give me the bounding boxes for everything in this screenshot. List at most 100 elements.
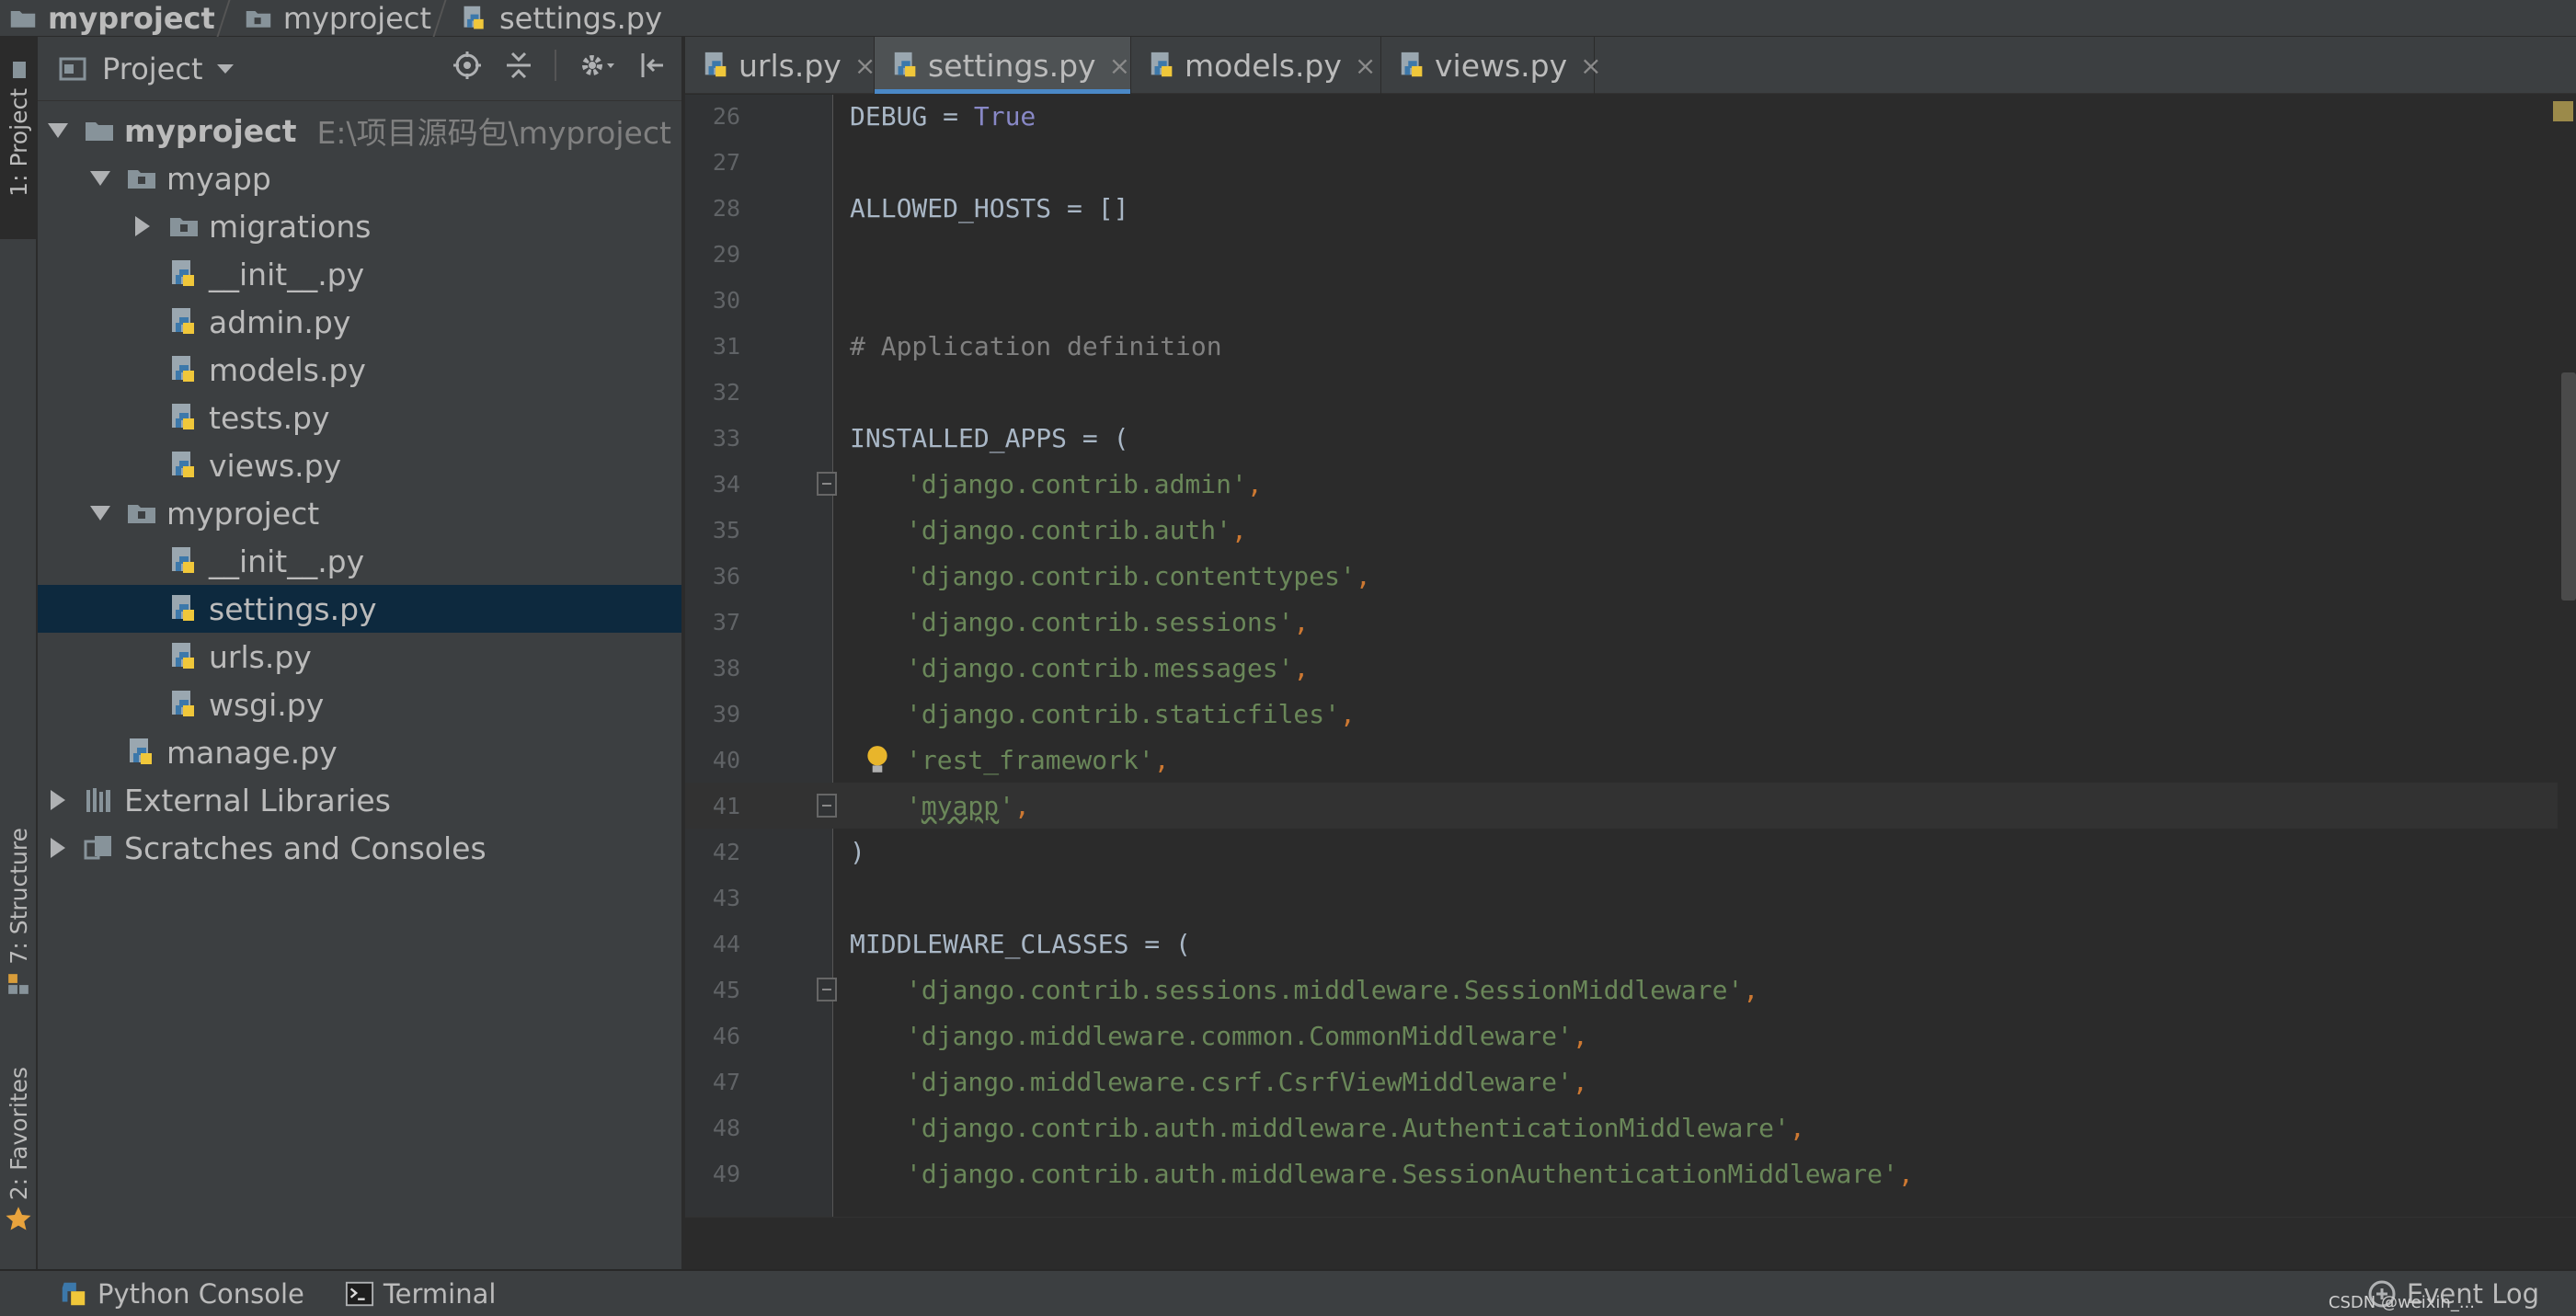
fold-marker-icon[interactable] xyxy=(817,978,837,1001)
code-line[interactable]: 43 xyxy=(685,875,2576,921)
gear-icon[interactable] xyxy=(577,50,617,81)
code-line-current[interactable]: 41 'myapp', xyxy=(685,783,2576,829)
tree-item-myproject-package[interactable]: myproject xyxy=(38,489,681,537)
locate-file-icon[interactable] xyxy=(452,50,483,81)
code-line[interactable]: 32 xyxy=(685,369,2576,415)
tree-item-label: Scratches and Consoles xyxy=(124,830,487,866)
breadcrumb-project[interactable]: myproject xyxy=(0,0,223,37)
code-line[interactable]: 36 'django.contrib.contenttypes', xyxy=(685,553,2576,599)
code-line[interactable]: 42) xyxy=(685,829,2576,875)
project-tool-tab[interactable]: 1: Project xyxy=(0,37,37,239)
close-icon[interactable]: × xyxy=(1109,51,1130,81)
code-token: DEBUG = xyxy=(850,100,974,132)
code-line[interactable]: 34 'django.contrib.admin', xyxy=(685,461,2576,507)
lightbulb-icon[interactable] xyxy=(865,744,889,775)
tree-item-label: __init__.py xyxy=(209,256,365,292)
python-console-button[interactable]: Python Console xyxy=(22,1278,323,1310)
tree-item-file[interactable]: __init__.py xyxy=(38,537,681,585)
analysis-status-marker[interactable] xyxy=(2553,101,2573,121)
code-editor[interactable]: 26 DEBUG = True 27 28 ALLOWED_HOSTS = [] 2… xyxy=(685,95,2576,1217)
scratches-icon xyxy=(84,836,111,860)
tree-item-file[interactable]: urls.py xyxy=(38,633,681,681)
expand-arrow-icon[interactable] xyxy=(47,789,69,811)
tree-item-myapp[interactable]: myapp xyxy=(38,154,681,202)
tree-item-file[interactable]: wsgi.py xyxy=(38,681,681,728)
structure-tool-tab[interactable]: 7: Structure xyxy=(0,828,37,1039)
chevron-down-icon[interactable] xyxy=(217,63,235,74)
code-line[interactable]: 39 'django.contrib.staticfiles', xyxy=(685,691,2576,737)
line-number: 48 xyxy=(712,1114,740,1141)
collapse-all-icon[interactable] xyxy=(503,50,534,81)
fold-marker-icon[interactable] xyxy=(817,472,837,496)
terminal-button[interactable]: Terminal xyxy=(345,1278,515,1310)
package-folder-icon xyxy=(170,218,198,236)
expand-arrow-icon[interactable] xyxy=(89,167,111,189)
line-number: 28 xyxy=(712,194,740,222)
vertical-scrollbar[interactable] xyxy=(2558,95,2576,1217)
code-line[interactable]: 37 'django.contrib.sessions', xyxy=(685,599,2576,645)
code-line[interactable]: 33 INSTALLED_APPS = ( xyxy=(685,415,2576,461)
code-line[interactable]: 46 'django.middleware.common.CommonMiddle… xyxy=(685,1013,2576,1059)
tab-label: urls.py xyxy=(738,47,841,84)
code-line[interactable]: 49 'django.contrib.auth.middleware.Sessio… xyxy=(685,1150,2576,1196)
tab-settings-py[interactable]: settings.py × xyxy=(875,37,1131,94)
tree-item-file[interactable]: admin.py xyxy=(38,298,681,346)
code-line[interactable]: 28 ALLOWED_HOSTS = [] xyxy=(685,185,2576,231)
breadcrumb-file[interactable]: settings.py xyxy=(455,0,670,37)
code-line[interactable]: 27 xyxy=(685,139,2576,185)
close-icon[interactable]: × xyxy=(1355,51,1376,81)
code-line[interactable]: 48 'django.contrib.auth.middleware.Authen… xyxy=(685,1104,2576,1150)
project-tool-label: 1: Project xyxy=(5,88,32,197)
code-line[interactable]: 29 xyxy=(685,231,2576,277)
expand-arrow-icon[interactable] xyxy=(47,837,69,859)
favorites-tool-tab[interactable]: 2: Favorites xyxy=(0,1067,37,1287)
code-line[interactable]: 40 'rest_framework', xyxy=(685,737,2576,783)
tab-views-py[interactable]: views.py × xyxy=(1381,37,1602,94)
line-number: 47 xyxy=(712,1068,740,1095)
code-line[interactable]: 45 'django.contrib.sessions.middleware.Se… xyxy=(685,967,2576,1013)
tree-item-file[interactable]: tests.py xyxy=(38,394,681,441)
fold-marker-icon[interactable] xyxy=(817,794,837,818)
line-number: 29 xyxy=(712,240,740,268)
breadcrumb-package[interactable]: myproject xyxy=(239,0,439,37)
structure-icon xyxy=(8,973,29,994)
line-number: 34 xyxy=(712,470,740,498)
python-console-label: Python Console xyxy=(97,1277,304,1310)
tree-item-file[interactable]: __init__.py xyxy=(38,250,681,298)
code-text: 'django.middleware.csrf.CsrfViewMiddlewa… xyxy=(906,1067,1588,1097)
tree-item-external-libraries[interactable]: External Libraries xyxy=(38,776,681,824)
tree-item-label: wsgi.py xyxy=(209,686,325,723)
tree-item-myproject-root[interactable]: myproject E:\项目源码包\myproject xyxy=(38,107,681,154)
folder-icon xyxy=(10,10,36,28)
code-line[interactable]: 35 'django.contrib.auth', xyxy=(685,507,2576,553)
expand-arrow-icon[interactable] xyxy=(47,120,69,142)
tree-item-file[interactable]: views.py xyxy=(38,441,681,489)
code-line[interactable]: 26 DEBUG = True xyxy=(685,95,2576,139)
code-line[interactable]: 30 xyxy=(685,277,2576,323)
code-line[interactable]: 38 'django.contrib.messages', xyxy=(685,645,2576,691)
tab-urls-py[interactable]: urls.py × xyxy=(685,37,876,94)
tree-item-file[interactable]: manage.py xyxy=(38,728,681,776)
tree-item-scratches[interactable]: Scratches and Consoles xyxy=(38,824,681,872)
tab-models-py[interactable]: models.py × xyxy=(1131,37,1381,94)
structure-tool-label: 7: Structure xyxy=(5,828,32,965)
python-file-icon xyxy=(172,643,194,669)
scrollbar-thumb[interactable] xyxy=(2561,372,2576,601)
hide-panel-icon[interactable] xyxy=(637,50,669,81)
code-line[interactable]: 31 # Application definition xyxy=(685,323,2576,369)
keyword-token: True xyxy=(973,100,1036,132)
close-icon[interactable]: × xyxy=(854,51,876,81)
tree-item-label: migrations xyxy=(209,208,372,245)
expand-arrow-icon[interactable] xyxy=(132,215,154,237)
code-line[interactable]: 47 'django.middleware.csrf.CsrfViewMiddle… xyxy=(685,1059,2576,1104)
expand-arrow-icon[interactable] xyxy=(89,502,111,524)
tree-item-migrations[interactable]: migrations xyxy=(38,202,681,250)
tree-item-file[interactable]: models.py xyxy=(38,346,681,394)
code-line[interactable]: 44 MIDDLEWARE_CLASSES = ( xyxy=(685,921,2576,967)
close-icon[interactable]: × xyxy=(1580,51,1601,81)
code-text: 'django.contrib.contenttypes', xyxy=(906,561,1371,591)
line-number: 36 xyxy=(712,562,740,589)
code-text: ) xyxy=(850,836,865,867)
project-view-selector[interactable]: Project xyxy=(102,51,202,86)
tree-item-file-selected[interactable]: settings.py xyxy=(38,585,681,633)
